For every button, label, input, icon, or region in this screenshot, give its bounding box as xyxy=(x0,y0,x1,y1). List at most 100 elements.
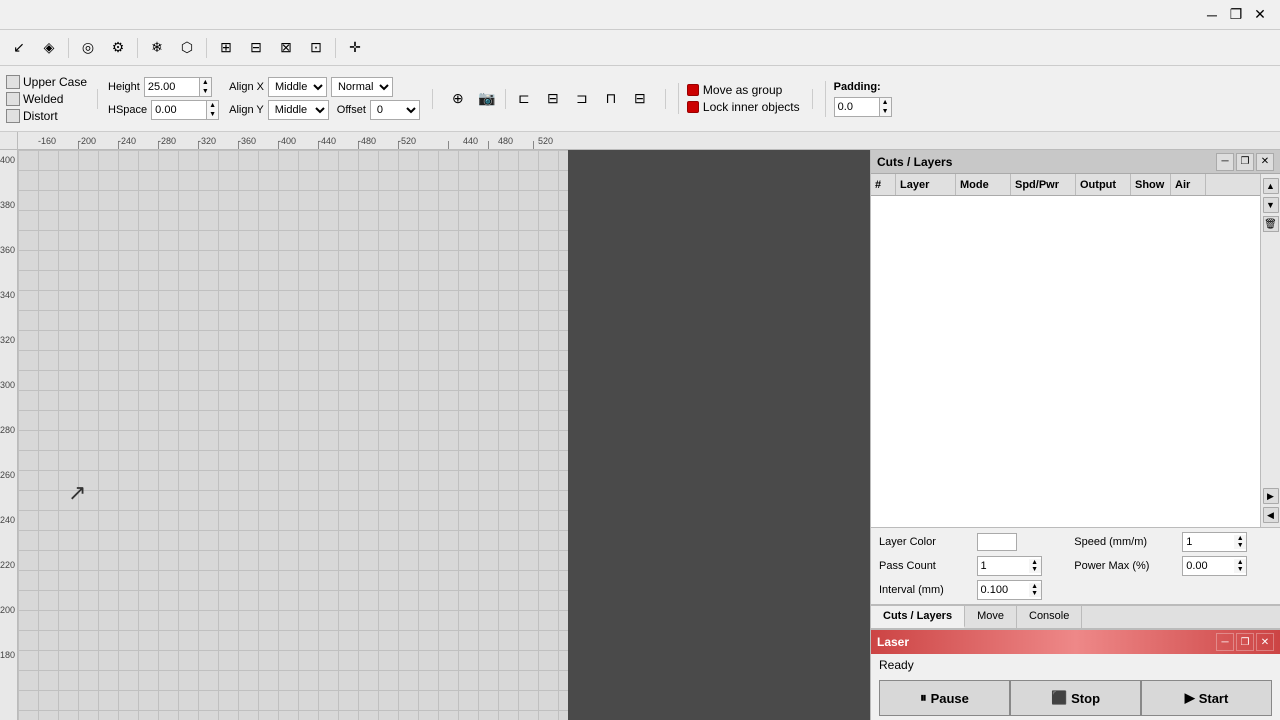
stop-icon: ⬛ xyxy=(1051,690,1067,706)
pass-spin-down[interactable]: ▼ xyxy=(1029,566,1041,573)
power-spin-btns: ▲ ▼ xyxy=(1234,559,1246,573)
align-top-icon[interactable]: ⊓ xyxy=(598,86,624,112)
height-input[interactable] xyxy=(144,77,199,97)
ruler-mark-400: -400 xyxy=(278,136,296,146)
toolbar-icon-2[interactable]: ◈ xyxy=(36,35,62,61)
aligny-label: Align Y xyxy=(229,104,264,116)
padding-spin-up[interactable]: ▲ xyxy=(880,98,891,107)
laser-stop-button[interactable]: ⬛ Stop xyxy=(1010,680,1141,716)
hspace-input[interactable] xyxy=(151,100,206,120)
align-icon-camera[interactable]: 📷 xyxy=(474,86,500,112)
col-show: Show xyxy=(1131,174,1171,195)
interval-spin-down[interactable]: ▼ xyxy=(1029,590,1041,597)
cuts-panel: Cuts / Layers ─ ❐ ✕ # Layer Mode Spd/Pwr… xyxy=(871,150,1280,605)
toolbar-icon-4[interactable]: ⚙ xyxy=(105,35,131,61)
ruler-mark-440: -440 xyxy=(318,136,336,146)
height-row: Height ▲ ▼ xyxy=(108,77,219,97)
tab-cuts-layers[interactable]: Cuts / Layers xyxy=(871,606,965,628)
layer-color-swatch[interactable] xyxy=(977,533,1017,551)
ruler-tick-10 xyxy=(448,141,449,149)
cuts-minimize-button[interactable]: ─ xyxy=(1216,153,1234,171)
start-icon: ▶ xyxy=(1185,690,1195,706)
lock-inner-row: Lock inner objects xyxy=(687,100,800,114)
move-as-group-indicator xyxy=(687,84,699,96)
laser-panel-buttons: ─ ❐ ✕ xyxy=(1216,633,1274,651)
hspace-spin-down[interactable]: ▼ xyxy=(207,110,218,119)
align-center-h-icon[interactable]: ⊟ xyxy=(540,86,566,112)
laser-pause-button[interactable]: ⏸ Pause xyxy=(879,680,1010,716)
power-spin-up[interactable]: ▲ xyxy=(1234,559,1246,566)
power-spin-down[interactable]: ▼ xyxy=(1234,566,1246,573)
interval-spin-btns: ▲ ▼ xyxy=(1029,583,1041,597)
ruler-tick-11 xyxy=(488,141,489,149)
align-icon-target[interactable]: ⊕ xyxy=(445,86,471,112)
speed-spin-up[interactable]: ▲ xyxy=(1234,535,1246,542)
ruler-tick-12 xyxy=(533,141,534,149)
padding-input[interactable] xyxy=(834,97,879,117)
align-center-v-icon[interactable]: ⊟ xyxy=(627,86,653,112)
ruler-mark-520r: 520 xyxy=(538,136,553,146)
ruler-v-180: 180 xyxy=(0,650,15,660)
cuts-close-button[interactable]: ✕ xyxy=(1256,153,1274,171)
pass-spin-up[interactable]: ▲ xyxy=(1029,559,1041,566)
toolbar-icon-5[interactable]: ❄ xyxy=(144,35,170,61)
prop-sep-3 xyxy=(665,89,666,109)
ruler-v-280: 280 xyxy=(0,425,15,435)
pass-count-input[interactable] xyxy=(978,557,1029,575)
toolbar-icon-8[interactable]: ⊟ xyxy=(243,35,269,61)
offset-select[interactable]: 0 xyxy=(370,100,420,120)
height-spin-up[interactable]: ▲ xyxy=(200,78,211,87)
toolbar-icon-11[interactable]: ✛ xyxy=(342,35,368,61)
hspace-spin-up[interactable]: ▲ xyxy=(207,101,218,110)
toolbar-icon-3[interactable]: ◎ xyxy=(75,35,101,61)
toolbar-icon-7[interactable]: ⊞ xyxy=(213,35,239,61)
toolbar-icon-10[interactable]: ⊡ xyxy=(303,35,329,61)
cuts-down-button[interactable]: ▼ xyxy=(1263,197,1279,213)
laser-close-button[interactable]: ✕ xyxy=(1256,633,1274,651)
padding-spin-down[interactable]: ▼ xyxy=(880,107,891,116)
laser-restore-button[interactable]: ❐ xyxy=(1236,633,1254,651)
interval-input[interactable] xyxy=(978,581,1029,599)
alignx-select[interactable]: Middle Left Right xyxy=(268,77,327,97)
interval-spin-up[interactable]: ▲ xyxy=(1029,583,1041,590)
speed-spin-down[interactable]: ▼ xyxy=(1234,542,1246,549)
cuts-right-button[interactable]: ▶ xyxy=(1263,488,1279,504)
aligny-select[interactable]: Middle Top Bottom xyxy=(268,100,329,120)
align-right-icon[interactable]: ⊐ xyxy=(569,86,595,112)
ruler-v-220: 220 xyxy=(0,560,15,570)
upper-case-checkbox[interactable] xyxy=(6,75,20,89)
cuts-up-button[interactable]: ▲ xyxy=(1263,178,1279,194)
toolbar-icon-9[interactable]: ⊠ xyxy=(273,35,299,61)
ruler-v-300: 300 xyxy=(0,380,15,390)
laser-start-button[interactable]: ▶ Start xyxy=(1141,680,1272,716)
ruler-container: -160 -200 -240 -280 -320 -360 -400 -440 … xyxy=(0,132,1280,150)
align-left-icon[interactable]: ⊏ xyxy=(511,86,537,112)
restore-button[interactable]: ❐ xyxy=(1224,3,1248,27)
cuts-delete-button[interactable]: 🗑 xyxy=(1263,216,1279,232)
group-lock-area: Move as group Lock inner objects xyxy=(678,83,800,114)
laser-minimize-button[interactable]: ─ xyxy=(1216,633,1234,651)
cuts-table-body xyxy=(871,196,1260,527)
speed-input[interactable] xyxy=(1183,533,1234,551)
welded-checkbox[interactable] xyxy=(6,92,20,106)
ruler-v-360: 360 xyxy=(0,245,15,255)
toolbar-icon-6[interactable]: ⬡ xyxy=(174,35,200,61)
tab-move[interactable]: Move xyxy=(965,606,1017,628)
close-button[interactable]: ✕ xyxy=(1248,3,1272,27)
ruler-mark-360: -360 xyxy=(238,136,256,146)
toolbar-icon-1[interactable]: ↙ xyxy=(6,35,32,61)
move-as-group-label: Move as group xyxy=(703,83,782,97)
cuts-restore-button[interactable]: ❐ xyxy=(1236,153,1254,171)
speed-field: ▲ ▼ xyxy=(1182,532,1247,552)
canvas-area[interactable]: ↗ xyxy=(18,150,870,720)
prop-sep-2 xyxy=(432,89,433,109)
height-spin-down[interactable]: ▼ xyxy=(200,87,211,96)
normal-select[interactable]: Normal xyxy=(331,77,393,97)
minimize-button[interactable]: ─ xyxy=(1200,3,1224,27)
col-spdpwr: Spd/Pwr xyxy=(1011,174,1076,195)
cuts-left-button[interactable]: ◀ xyxy=(1263,507,1279,523)
power-max-input[interactable] xyxy=(1183,557,1234,575)
tab-console[interactable]: Console xyxy=(1017,606,1082,628)
cuts-panel-buttons: ─ ❐ ✕ xyxy=(1216,153,1274,171)
distort-checkbox[interactable] xyxy=(6,109,20,123)
